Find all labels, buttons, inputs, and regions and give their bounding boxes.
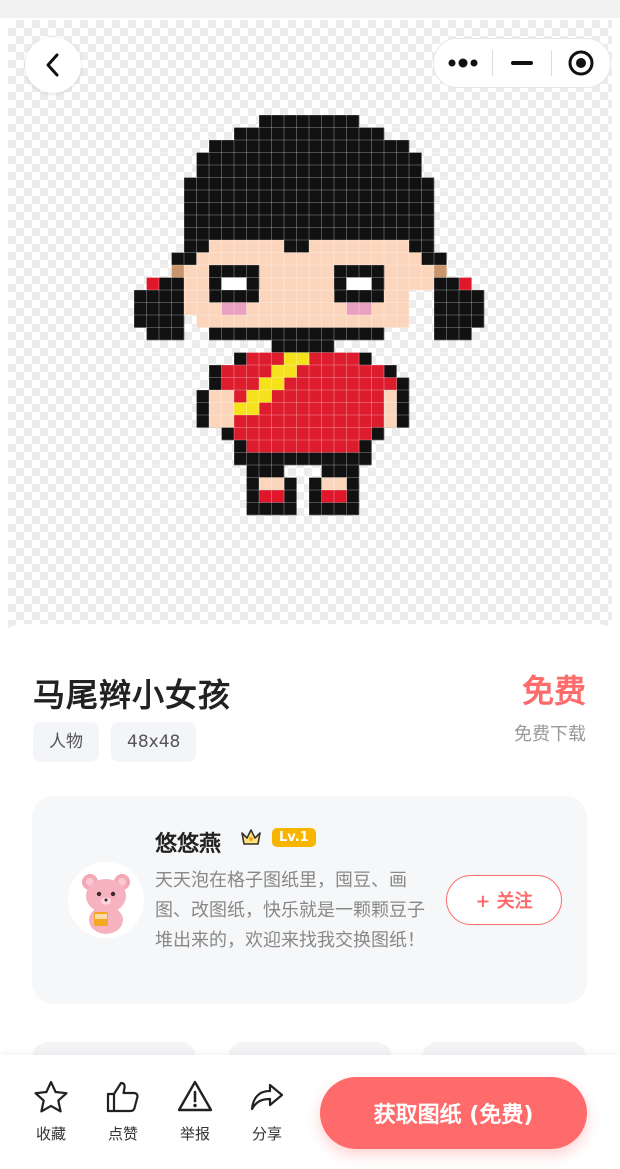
favorite-button[interactable]: 收藏 — [21, 1079, 81, 1144]
author-name[interactable]: 悠悠燕 — [155, 826, 221, 858]
level-badge: Lv.1 — [272, 828, 316, 847]
favorite-label: 收藏 — [35, 1125, 66, 1143]
tag-size: 48x48 — [111, 722, 197, 762]
more-button[interactable] — [434, 39, 492, 87]
miniprogram-capsule — [433, 38, 611, 88]
author-card[interactable]: 悠悠燕 Lv.1 天天泡在格子图纸里，囤豆、画图、改图纸，快乐就是一颗颗豆子堆出… — [32, 796, 587, 1004]
more-dots-icon — [448, 58, 478, 68]
get-pattern-button[interactable]: 获取图纸 (免费) — [320, 1077, 587, 1149]
thumbs-up-icon — [106, 1081, 139, 1113]
minimize-icon — [511, 61, 533, 65]
crown-icon — [241, 829, 261, 845]
close-button[interactable] — [552, 39, 610, 87]
tag-list: 人物 48x48 — [33, 722, 197, 762]
back-button[interactable] — [25, 37, 81, 93]
price-subtext: 免费下载 — [514, 724, 586, 745]
like-button[interactable]: 点赞 — [93, 1079, 153, 1144]
star-icon — [34, 1080, 68, 1113]
status-strip — [0, 0, 620, 18]
pixel-art-girl — [133, 114, 485, 516]
author-bio: 天天泡在格子图纸里，囤豆、画图、改图纸，快乐就是一颗颗豆子堆出来的，欢迎来找我交… — [155, 870, 425, 951]
price-label: 免费 — [521, 672, 586, 710]
warning-icon — [177, 1080, 213, 1112]
report-button[interactable]: 举报 — [165, 1079, 225, 1144]
back-icon — [46, 53, 59, 77]
pattern-title: 马尾辫小女孩 — [33, 676, 232, 714]
bear-avatar-icon — [68, 862, 144, 938]
like-label: 点赞 — [107, 1125, 138, 1143]
bottom-action-bar: 收藏 点赞 举报 分享 获取图纸 (免费) — [0, 1055, 620, 1169]
avatar[interactable] — [68, 862, 144, 938]
close-target-icon — [568, 50, 594, 76]
tag-category: 人物 — [33, 722, 99, 762]
share-label: 分享 — [251, 1125, 282, 1143]
share-button[interactable]: 分享 — [237, 1079, 297, 1144]
pattern-preview — [8, 20, 612, 640]
share-icon — [250, 1083, 284, 1111]
report-label: 举报 — [179, 1125, 210, 1143]
follow-button[interactable]: + 关注 — [446, 875, 562, 925]
minimize-button[interactable] — [493, 39, 551, 87]
